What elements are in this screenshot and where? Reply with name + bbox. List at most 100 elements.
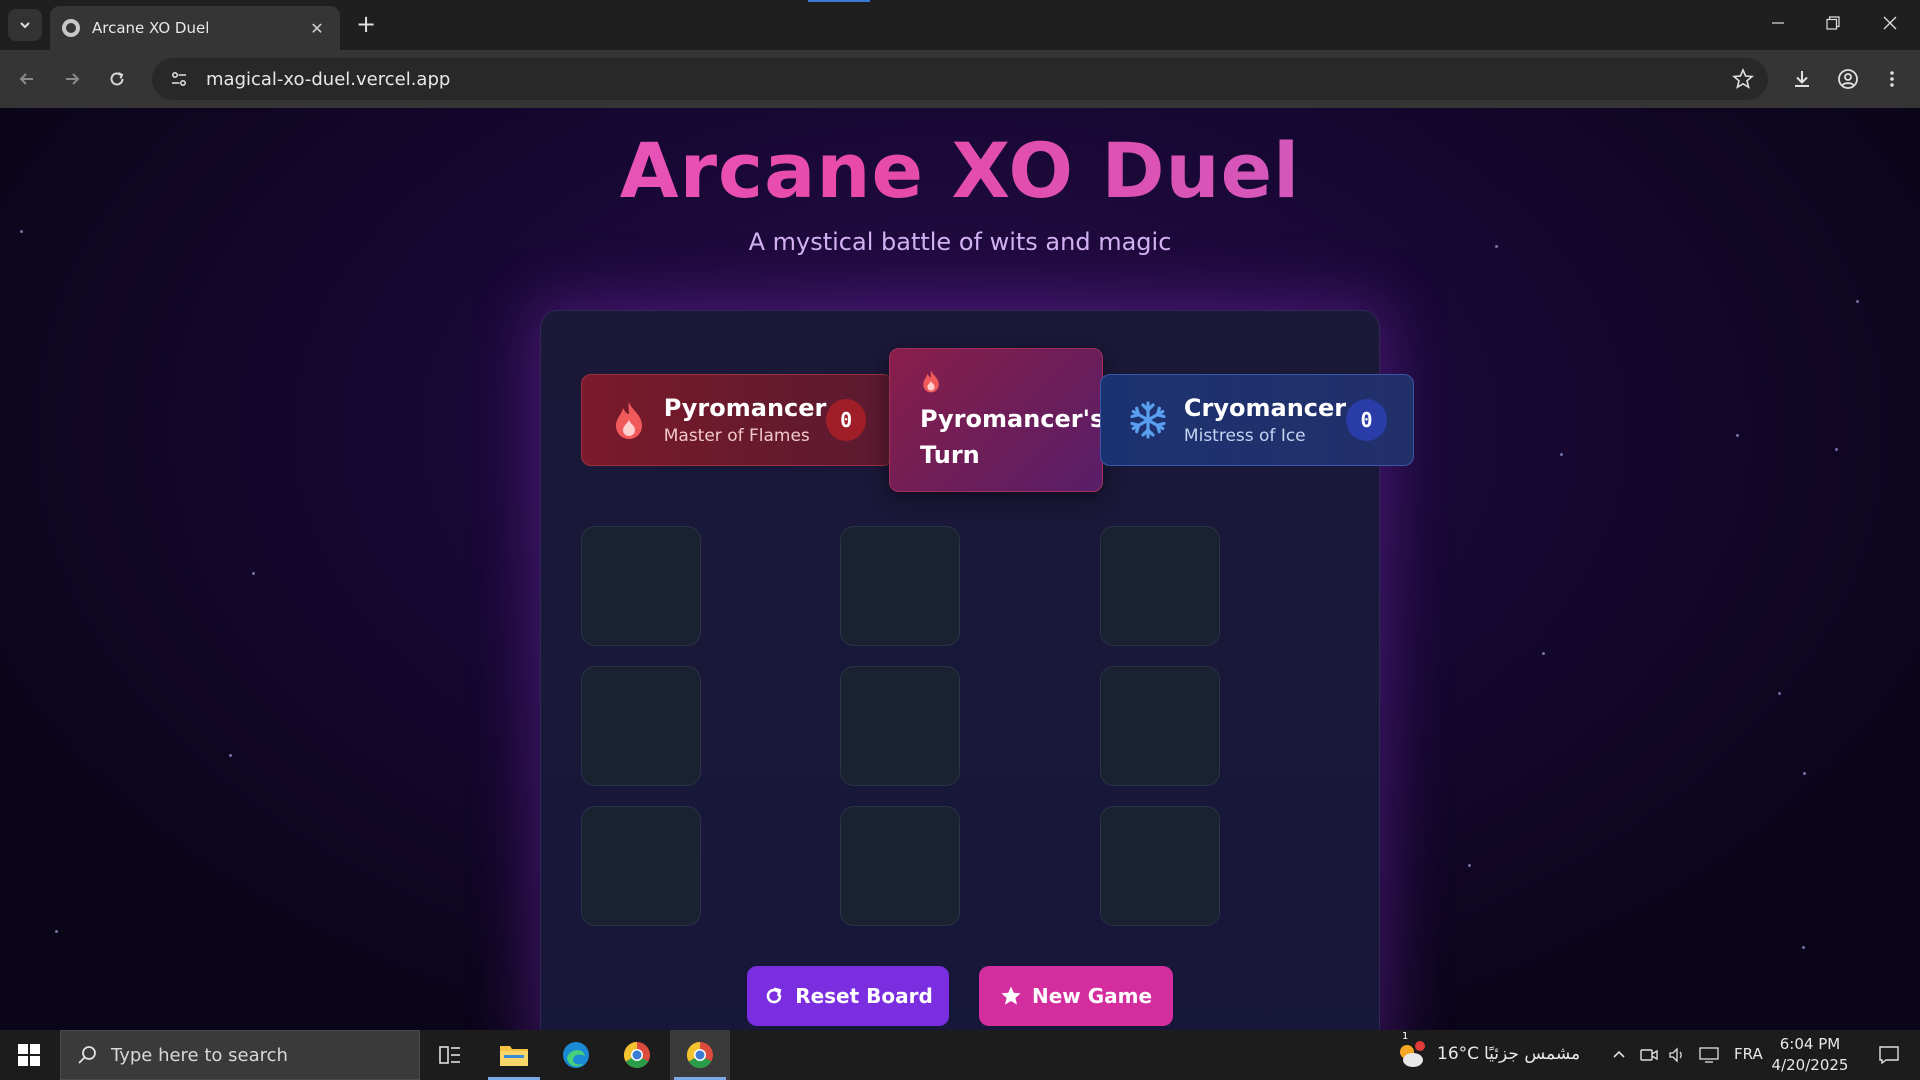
weather-condition[interactable]: مشمس جزئيًا: [1484, 1044, 1580, 1064]
meet-now-button[interactable]: [1634, 1030, 1664, 1080]
chevron-up-icon: [1613, 1050, 1625, 1058]
close-window-button[interactable]: [1870, 10, 1910, 40]
board-cell-9[interactable]: [1100, 806, 1220, 926]
task-view-icon: [439, 1046, 460, 1064]
close-icon: [1883, 16, 1897, 30]
network-button[interactable]: [1694, 1030, 1724, 1080]
bookmark-star-icon[interactable]: [1732, 67, 1754, 94]
star-dot: [1778, 692, 1781, 695]
board-cell-5[interactable]: [840, 666, 960, 786]
chrome-icon: [686, 1041, 713, 1069]
input-language[interactable]: FRA: [1734, 1045, 1763, 1063]
globe-icon: [62, 19, 80, 37]
taskbar-search[interactable]: Type here to search: [60, 1030, 420, 1080]
download-button[interactable]: [1787, 64, 1817, 94]
new-game-button[interactable]: New Game: [979, 966, 1173, 1026]
profile-button[interactable]: [1833, 64, 1863, 94]
taskbar-file-explorer[interactable]: [484, 1030, 544, 1080]
site-info-icon[interactable]: [166, 66, 192, 92]
player-score: 0: [1346, 399, 1387, 441]
page-subtitle: A mystical battle of wits and magic: [748, 228, 1172, 256]
weather-widget[interactable]: [1386, 1030, 1436, 1080]
taskbar-chrome-active[interactable]: [670, 1030, 730, 1080]
refresh-icon: [763, 985, 785, 1007]
search-placeholder: Type here to search: [111, 1044, 288, 1066]
url-text[interactable]: magical-xo-duel.vercel.app: [206, 69, 450, 90]
board-cell-4[interactable]: [581, 666, 701, 786]
new-tab-button[interactable]: +: [352, 10, 380, 38]
star-icon: [1000, 985, 1022, 1007]
star-dot: [1856, 300, 1859, 303]
speaker-icon: [1669, 1047, 1682, 1063]
menu-button[interactable]: [1877, 64, 1907, 94]
reload-button[interactable]: [102, 64, 132, 94]
player-name: Pyromancer: [663, 394, 827, 422]
minimize-button[interactable]: [1758, 10, 1798, 40]
board-cell-8[interactable]: [840, 806, 960, 926]
folder-icon: [500, 1046, 528, 1066]
arrow-right-icon: [66, 73, 80, 85]
browser-tab[interactable]: Arcane XO Duel ✕: [50, 6, 340, 50]
weather-temperature[interactable]: 16°C: [1437, 1044, 1479, 1064]
taskbar-clock[interactable]: 6:04 PM 4/20/2025: [1762, 1034, 1858, 1076]
player-score: 0: [826, 399, 866, 441]
star-dot: [1736, 434, 1739, 437]
minimize-icon: [1772, 22, 1784, 24]
flame-icon: [610, 400, 648, 440]
taskbar-chrome[interactable]: [607, 1030, 667, 1080]
reload-icon: [110, 72, 124, 86]
chevron-down-icon: [20, 22, 30, 29]
weather-badge: 1: [1402, 1031, 1409, 1042]
clock-date: 4/20/2025: [1771, 1056, 1849, 1074]
camera-icon: [1640, 1049, 1658, 1061]
reset-board-button[interactable]: Reset Board: [747, 966, 949, 1026]
forward-button[interactable]: [57, 64, 87, 94]
star-dot: [1560, 453, 1563, 456]
star-dot: [1802, 946, 1805, 949]
flame-icon: [920, 369, 944, 393]
star-dot: [55, 930, 58, 933]
player-info: Cryomancer Mistress of Ice: [1184, 394, 1346, 446]
tab-search-button[interactable]: [8, 9, 42, 41]
profile-icon: [1838, 69, 1858, 89]
arrow-left-icon: [19, 73, 33, 85]
start-button[interactable]: [0, 1030, 58, 1080]
tab-title: Arcane XO Duel: [92, 19, 210, 37]
windows-logo-icon: [18, 1044, 40, 1066]
turn-text: Pyromancer's Turn: [920, 405, 1105, 469]
show-hidden-icons-button[interactable]: [1604, 1030, 1634, 1080]
board-cell-6[interactable]: [1100, 666, 1220, 786]
page-title: Arcane XO Duel: [0, 126, 1920, 215]
player-subtitle: Mistress of Ice: [1183, 426, 1306, 446]
address-bar[interactable]: magical-xo-duel.vercel.app: [152, 58, 1768, 100]
board-cell-3[interactable]: [1100, 526, 1220, 646]
notification-icon: [1879, 1046, 1899, 1065]
player-card-pyromancer: Pyromancer Master of Flames 0: [581, 374, 893, 466]
board-cell-1[interactable]: [581, 526, 701, 646]
star-dot: [1835, 448, 1838, 451]
star-dot: [1542, 652, 1545, 655]
star-dot: [252, 572, 255, 575]
taskbar-edge[interactable]: [546, 1030, 606, 1080]
restore-button[interactable]: [1813, 10, 1853, 40]
star-dot: [1803, 772, 1806, 775]
tab-close-icon[interactable]: ✕: [306, 19, 328, 38]
new-game-label: New Game: [1031, 984, 1153, 1008]
tab-indicator: [808, 0, 870, 2]
player-subtitle: Master of Flames: [663, 426, 810, 446]
browser-tab-bar: Arcane XO Duel ✕ +: [0, 0, 1920, 50]
taskbar: Type here to search 1 16°C مشمس جزئيًا F…: [0, 1030, 1920, 1080]
task-view-button[interactable]: [420, 1030, 480, 1080]
notifications-button[interactable]: [1864, 1030, 1914, 1080]
back-button[interactable]: [12, 64, 42, 94]
weather-icon: [1400, 1041, 1425, 1067]
board-cell-7[interactable]: [581, 806, 701, 926]
snowflake-icon: [1129, 400, 1168, 440]
star-dot: [229, 754, 232, 757]
board-cell-2[interactable]: [840, 526, 960, 646]
player-card-cryomancer: Cryomancer Mistress of Ice 0: [1100, 374, 1414, 466]
clock-time: 6:04 PM: [1779, 1035, 1841, 1053]
network-icon: [1699, 1047, 1719, 1063]
volume-button[interactable]: [1662, 1030, 1692, 1080]
more-vertical-icon: [1890, 71, 1894, 87]
